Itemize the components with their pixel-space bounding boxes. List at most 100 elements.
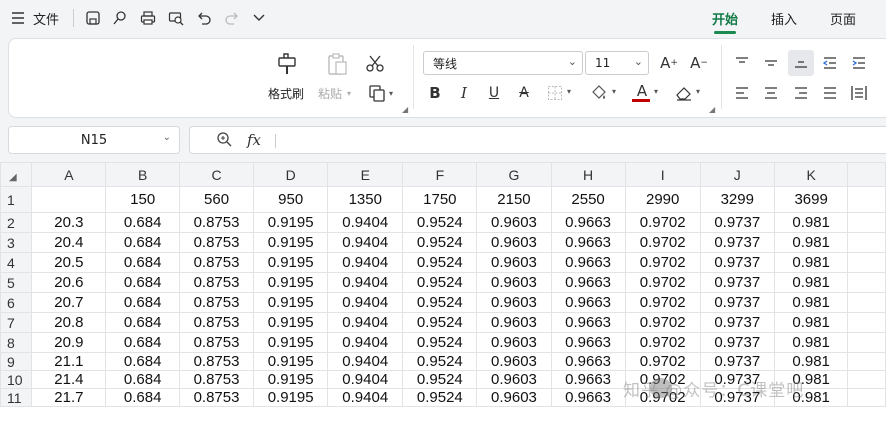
table-cell[interactable]: 3699 — [773, 186, 849, 213]
table-cell[interactable]: 0.9663 — [550, 232, 626, 253]
italic-icon[interactable]: I — [455, 83, 473, 103]
table-cell[interactable]: 0.684 — [105, 332, 180, 353]
row-header[interactable]: 6 — [0, 292, 33, 313]
column-header[interactable]: J — [699, 162, 775, 187]
row-header[interactable]: 11 — [0, 388, 33, 407]
table-cell[interactable]: 0.9524 — [402, 232, 478, 253]
column-header[interactable]: D — [253, 162, 329, 187]
table-cell[interactable]: 20.8 — [31, 312, 107, 333]
table-cell[interactable]: 0.9663 — [550, 352, 626, 371]
table-cell[interactable]: 0.9737 — [699, 352, 775, 371]
font-size-select[interactable]: 11 ⌄ — [585, 51, 649, 75]
table-cell[interactable]: 0.981 — [773, 312, 849, 333]
table-cell[interactable]: 0.9404 — [327, 212, 404, 233]
bold-icon[interactable]: B — [426, 83, 444, 103]
align-middle-icon[interactable] — [761, 53, 781, 73]
paste-icon[interactable] — [325, 51, 349, 77]
table-cell[interactable]: 1750 — [402, 186, 478, 213]
format-painter-label[interactable]: 格式刷 — [268, 85, 304, 102]
table-cell-empty[interactable] — [847, 352, 886, 371]
table-cell[interactable]: 2550 — [550, 186, 626, 213]
table-cell[interactable]: 0.9737 — [699, 312, 775, 333]
table-cell[interactable] — [31, 186, 107, 213]
paste-dropdown-icon[interactable]: ▾ — [347, 89, 351, 98]
justify-icon[interactable] — [820, 83, 840, 103]
table-cell[interactable]: 0.8753 — [178, 292, 255, 313]
table-cell[interactable]: 560 — [178, 186, 255, 213]
table-cell[interactable]: 0.981 — [773, 292, 849, 313]
table-cell[interactable]: 0.9404 — [327, 352, 404, 371]
table-cell[interactable]: 0.8753 — [178, 312, 255, 333]
table-cell[interactable]: 21.4 — [31, 370, 107, 389]
table-cell[interactable]: 950 — [253, 186, 329, 213]
table-cell[interactable]: 0.8753 — [178, 272, 255, 293]
row-header[interactable]: 4 — [0, 252, 33, 273]
row-header[interactable]: 9 — [0, 352, 33, 371]
clipboard-launcher-icon[interactable]: ◢ — [402, 105, 408, 114]
font-color-icon[interactable]: A — [632, 81, 652, 101]
table-cell-empty[interactable] — [847, 186, 886, 213]
decrease-indent-icon[interactable] — [820, 53, 840, 73]
table-cell[interactable]: 0.684 — [105, 312, 180, 333]
table-cell[interactable]: 20.5 — [31, 252, 107, 273]
border-icon[interactable] — [545, 83, 565, 103]
align-left-icon[interactable] — [732, 83, 752, 103]
table-cell[interactable]: 0.9524 — [402, 332, 478, 353]
fill-color-icon[interactable] — [589, 83, 609, 103]
table-cell[interactable]: 0.9524 — [402, 272, 478, 293]
chevron-down-icon[interactable] — [249, 8, 269, 28]
table-cell[interactable]: 0.9702 — [624, 212, 701, 233]
table-cell[interactable]: 150 — [105, 186, 180, 213]
history-icon[interactable] — [110, 8, 130, 28]
table-cell[interactable]: 0.9702 — [624, 292, 701, 313]
save-icon[interactable] — [83, 8, 103, 28]
increase-indent-icon[interactable] — [849, 53, 869, 73]
table-cell[interactable]: 0.9603 — [476, 352, 552, 371]
table-cell[interactable]: 0.9603 — [476, 212, 552, 233]
tab-home[interactable]: 开始 — [712, 0, 738, 36]
column-header[interactable]: B — [105, 162, 180, 187]
table-cell[interactable]: 20.7 — [31, 292, 107, 313]
font-color-dropdown-icon[interactable]: ▾ — [654, 87, 658, 96]
table-cell[interactable]: 0.8753 — [178, 370, 255, 389]
table-cell[interactable]: 0.9663 — [550, 370, 626, 389]
table-cell[interactable]: 0.684 — [105, 232, 180, 253]
table-cell[interactable]: 0.684 — [105, 212, 180, 233]
table-cell[interactable]: 0.9404 — [327, 272, 404, 293]
table-cell[interactable]: 0.981 — [773, 252, 849, 273]
table-cell[interactable]: 0.9404 — [327, 388, 404, 407]
format-painter-icon[interactable] — [275, 51, 299, 77]
table-cell[interactable]: 0.9404 — [327, 332, 404, 353]
table-cell[interactable]: 3299 — [699, 186, 775, 213]
table-cell[interactable]: 0.9404 — [327, 232, 404, 253]
table-cell[interactable]: 0.9195 — [253, 212, 329, 233]
table-cell[interactable]: 0.981 — [773, 332, 849, 353]
table-cell[interactable]: 0.9524 — [402, 212, 478, 233]
decrease-font-icon[interactable]: A − — [689, 53, 709, 73]
table-cell[interactable]: 0.9524 — [402, 388, 478, 407]
underline-icon[interactable]: U — [485, 83, 503, 103]
column-header[interactable]: C — [178, 162, 255, 187]
table-cell-empty[interactable] — [847, 370, 886, 389]
table-cell-empty[interactable] — [847, 388, 886, 407]
row-header[interactable]: 2 — [0, 212, 33, 233]
name-box[interactable]: N15 ⌄ — [8, 126, 180, 154]
table-cell[interactable]: 0.684 — [105, 370, 180, 389]
table-cell[interactable]: 0.9663 — [550, 332, 626, 353]
table-cell[interactable]: 20.6 — [31, 272, 107, 293]
copy-icon[interactable] — [366, 83, 388, 103]
table-cell[interactable]: 0.9524 — [402, 312, 478, 333]
table-cell[interactable]: 20.9 — [31, 332, 107, 353]
align-bottom-icon[interactable] — [788, 50, 814, 76]
print-preview-icon[interactable] — [166, 8, 186, 28]
row-header[interactable]: 1 — [0, 186, 33, 213]
table-cell-empty[interactable] — [847, 332, 886, 353]
align-center-icon[interactable] — [761, 83, 781, 103]
table-cell[interactable]: 0.9404 — [327, 312, 404, 333]
table-cell[interactable]: 0.9702 — [624, 252, 701, 273]
table-cell[interactable]: 0.684 — [105, 272, 180, 293]
row-header[interactable]: 7 — [0, 312, 33, 333]
fill-color-dropdown-icon[interactable]: ▾ — [612, 87, 616, 96]
tab-page[interactable]: 页面 — [830, 0, 856, 36]
column-header[interactable]: G — [476, 162, 552, 187]
